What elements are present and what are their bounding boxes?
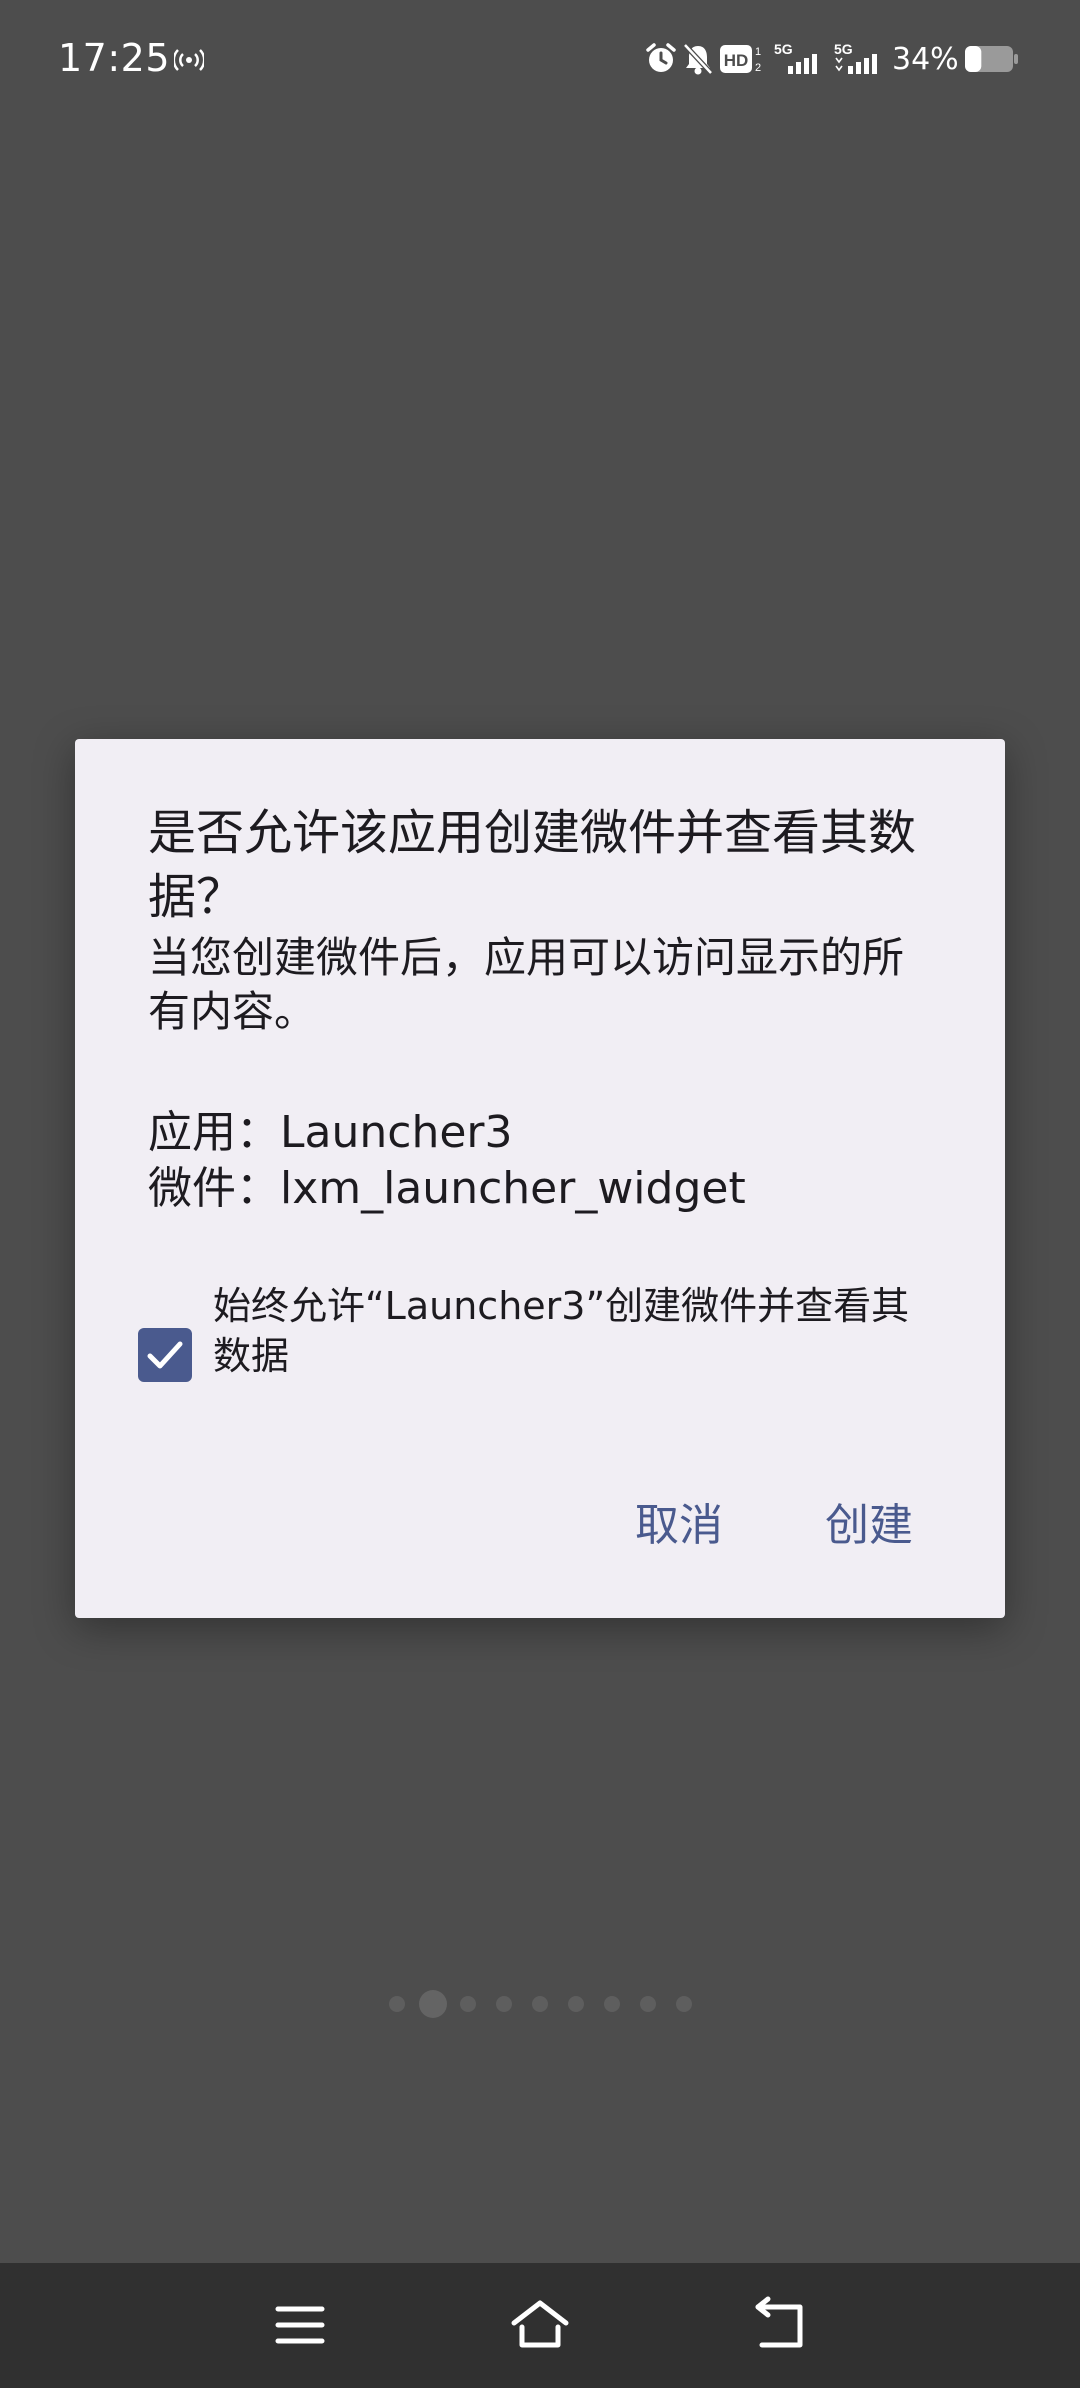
page-dot [568, 1996, 584, 2012]
dialog-message: 当您创建微件后，应用可以访问显示的所有内容。 [148, 933, 905, 1036]
page-dot [460, 1996, 476, 2012]
always-allow-checkbox[interactable] [138, 1328, 192, 1382]
home-icon [511, 2300, 569, 2348]
alarm-icon [644, 42, 678, 76]
page-dot [532, 1996, 548, 2012]
widget-permission-dialog: 是否允许该应用创建微件并查看其数据？ 当您创建微件后，应用可以访问显示的所有内容… [75, 739, 1005, 1618]
status-bar: 17:25 HD 1 2 5G 5G 34% [0, 0, 1080, 118]
status-time: 17:25 [58, 36, 171, 80]
page-dot [676, 1996, 692, 2012]
battery-percent: 34% [892, 42, 959, 77]
home-button[interactable] [508, 2293, 572, 2357]
page-dot [389, 1996, 405, 2012]
hotspot-icon [174, 46, 204, 74]
signal-5g-icon: 5G [772, 40, 824, 76]
screen: 17:25 HD 1 2 5G 5G 34% 是否允许该应用创建微件并查看其数据… [0, 0, 1080, 2388]
navigation-bar [0, 2263, 1080, 2388]
battery-icon [964, 44, 1020, 74]
bell-off-icon [682, 42, 714, 76]
page-dot [496, 1996, 512, 2012]
signal-5g-icon: 5G [832, 40, 886, 76]
create-button[interactable]: 创建 [817, 1491, 921, 1561]
back-icon [755, 2296, 803, 2348]
svg-text:HD: HD [724, 51, 749, 70]
menu-icon [275, 2306, 325, 2344]
page-dot-active [419, 1990, 447, 2018]
hd-icon: HD 1 2 [720, 43, 764, 75]
page-dot [604, 1996, 620, 2012]
svg-text:5G: 5G [834, 41, 853, 57]
svg-text:2: 2 [755, 62, 761, 74]
dialog-title: 是否允许该应用创建微件并查看其数据？ [148, 805, 917, 925]
svg-text:1: 1 [755, 46, 761, 58]
widget-name-line: 微件：lxm_launcher_widget [148, 1163, 746, 1214]
always-allow-label[interactable]: 始终允许“Launcher3”创建微件并查看其数据 [213, 1281, 933, 1381]
app-name-line: 应用：Launcher3 [148, 1107, 513, 1158]
page-indicator [0, 1989, 1080, 2019]
svg-text:5G: 5G [774, 41, 793, 57]
menu-button[interactable] [268, 2293, 332, 2357]
page-dot [640, 1996, 656, 2012]
cancel-button[interactable]: 取消 [627, 1491, 731, 1561]
back-button[interactable] [748, 2293, 812, 2357]
